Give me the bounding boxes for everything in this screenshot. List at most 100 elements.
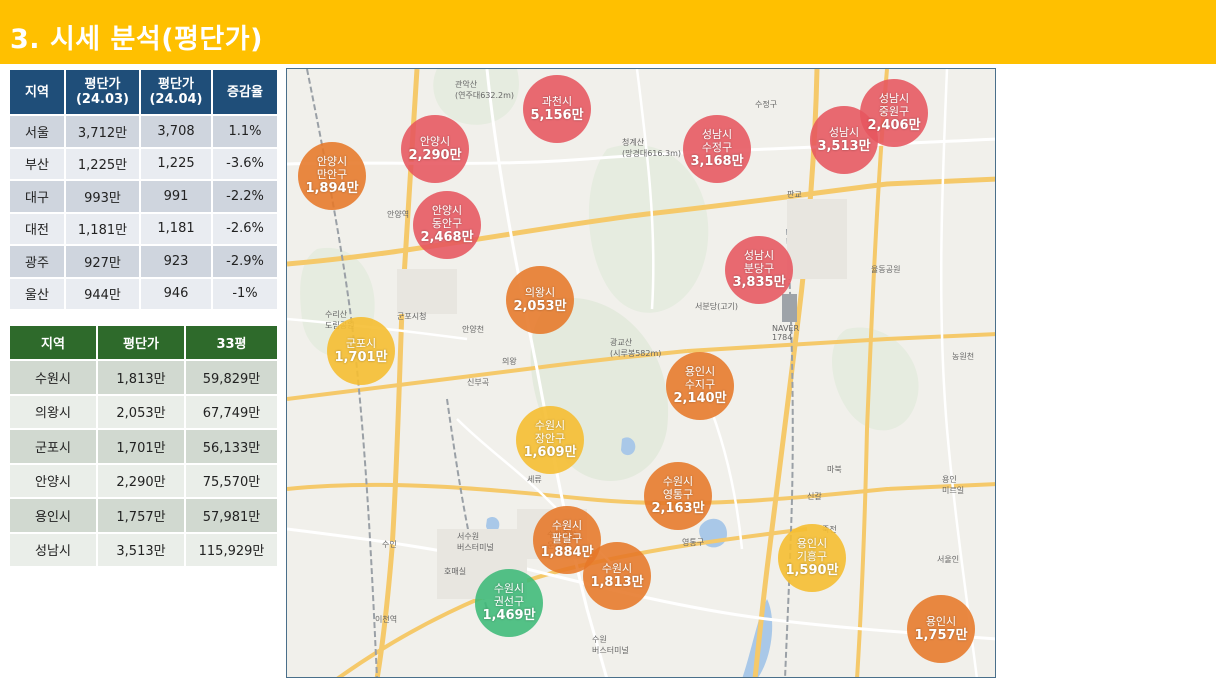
title-bar: 3. 시세 분석(평단가) xyxy=(0,0,1216,64)
map-bubble[interactable]: 성남시 중원구 2,406만 xyxy=(860,79,928,147)
table-header-row: 지역 평단가 33평 xyxy=(10,326,277,359)
table-row: 안양시 2,290만 75,570만 xyxy=(10,464,277,497)
cell-price: 1,757만 xyxy=(98,499,184,532)
map-place-label: 수인 xyxy=(382,540,397,549)
local-price-table: 지역 평단가 33평 수원시 1,813만 59,829만 의왕시 2,053만 67,… xyxy=(8,324,279,568)
bubble-price: 1,590만 xyxy=(785,563,839,578)
map-place-label: 신갈 xyxy=(807,492,822,501)
cell-price-2404: 1,225 xyxy=(141,148,211,179)
cell-price-2403: 1,181만 xyxy=(66,213,139,244)
map-bubble[interactable]: 안양시 2,290만 xyxy=(401,115,469,183)
column-header-price-2404: 평단가 (24.04) xyxy=(141,70,211,114)
map-bubble[interactable]: 용인시 기흥구 1,590만 xyxy=(778,524,846,592)
map-place-label: 율동공원 xyxy=(871,265,901,274)
map-place-label: 수원 버스터미널 xyxy=(592,635,629,655)
bubble-price: 2,163만 xyxy=(651,501,705,516)
map-bubble[interactable]: 과천시 5,156만 xyxy=(523,75,591,143)
bubble-region-name: 안양시 동안구 xyxy=(431,204,463,230)
cell-33pyeong: 115,929만 xyxy=(186,533,277,566)
bubble-price: 1,609만 xyxy=(523,445,577,460)
cell-price: 2,290만 xyxy=(98,464,184,497)
cell-price-2404: 946 xyxy=(141,278,211,309)
map-bubble[interactable]: 용인시 수지구 2,140만 xyxy=(666,352,734,420)
cell-price-2404: 1,181 xyxy=(141,213,211,244)
bubble-region-name: 과천시 xyxy=(541,94,573,108)
cell-price-2404: 991 xyxy=(141,181,211,212)
bubble-region-name: 수원시 영통구 xyxy=(662,475,694,501)
bubble-price: 5,156만 xyxy=(530,107,584,123)
bubble-price: 1,894만 xyxy=(305,181,359,196)
bubble-price: 1,813만 xyxy=(590,574,644,590)
map-place-label: 군포시청 xyxy=(397,312,427,321)
map-place-label: 세류 xyxy=(527,475,542,484)
cell-33pyeong: 75,570만 xyxy=(186,464,277,497)
map-bubble[interactable]: 용인시 1,757만 xyxy=(907,595,975,663)
bubble-region-name: 안양시 xyxy=(419,134,451,148)
bubble-price: 2,406만 xyxy=(867,118,921,133)
table-row: 서울 3,712만 3,708 1.1% xyxy=(10,116,277,147)
map-bubble[interactable]: 군포시 1,701만 xyxy=(327,317,395,385)
cell-price-2403: 993만 xyxy=(66,181,139,212)
table-row: 부산 1,225만 1,225 -3.6% xyxy=(10,148,277,179)
map-bubble[interactable]: 안양시 동안구 2,468만 xyxy=(413,191,481,259)
table-row: 군포시 1,701만 56,133만 xyxy=(10,430,277,463)
map-place-label: NAVER 1784 xyxy=(772,324,800,342)
cell-price-2404: 923 xyxy=(141,246,211,277)
cell-33pyeong: 56,133만 xyxy=(186,430,277,463)
cell-change-rate: -1% xyxy=(213,278,277,309)
column-header-price-2403: 평단가 (24.03) xyxy=(66,70,139,114)
cell-region: 울산 xyxy=(10,278,64,309)
map-bubble[interactable]: 수원시 영통구 2,163만 xyxy=(644,462,712,530)
map-place-label: 판교 xyxy=(787,190,802,199)
map-place-label: 청계산 (망경대616.3m) xyxy=(622,138,682,158)
bubble-region-name: 용인시 기흥구 xyxy=(796,537,828,563)
cell-price-2403: 944만 xyxy=(66,278,139,309)
cell-region: 수원시 xyxy=(10,361,96,394)
cell-price-2404: 3,708 xyxy=(141,116,211,147)
price-map[interactable]: 관악산 (연주대632.2m) 청계산 (망경대616.3m) 광교산 (시루봉58… xyxy=(286,68,996,678)
cell-region: 광주 xyxy=(10,246,64,277)
map-place-label: 이천역 xyxy=(375,615,398,624)
bubble-price: 3,513만 xyxy=(817,138,871,154)
cell-region: 대구 xyxy=(10,181,64,212)
map-bubble[interactable]: 의왕시 2,053만 xyxy=(506,266,574,334)
cell-region: 성남시 xyxy=(10,533,96,566)
page-title: 3. 시세 분석(평단가) xyxy=(10,24,263,55)
bubble-region-name: 군포시 xyxy=(345,336,377,350)
bubble-region-name: 수원시 팔달구 xyxy=(551,519,583,545)
cell-33pyeong: 67,749만 xyxy=(186,395,277,428)
cell-region: 용인시 xyxy=(10,499,96,532)
map-place-label: 영통구 xyxy=(682,538,705,547)
map-bubble[interactable]: 성남시 분당구 3,835만 xyxy=(725,236,793,304)
bubble-price: 2,053만 xyxy=(513,298,567,314)
cell-region: 군포시 xyxy=(10,430,96,463)
cell-price: 3,513만 xyxy=(98,533,184,566)
cell-region: 서울 xyxy=(10,116,64,147)
table-row: 대전 1,181만 1,181 -2.6% xyxy=(10,213,277,244)
bubble-price: 1,757만 xyxy=(914,627,968,643)
map-bubble[interactable]: 안양시 만안구 1,894만 xyxy=(298,142,366,210)
map-place-label: 용인 미르일 xyxy=(942,475,965,495)
cell-33pyeong: 57,981만 xyxy=(186,499,277,532)
cell-region: 대전 xyxy=(10,213,64,244)
map-bubble[interactable]: 수원시 권선구 1,469만 xyxy=(475,569,543,637)
map-place-label: 의왕 xyxy=(502,357,517,366)
bubble-region-name: 성남시 분당구 xyxy=(743,249,775,275)
cell-change-rate: -2.6% xyxy=(213,213,277,244)
cell-33pyeong: 59,829만 xyxy=(186,361,277,394)
cell-price-2403: 1,225만 xyxy=(66,148,139,179)
map-bubble[interactable]: 수원시 장안구 1,609만 xyxy=(516,406,584,474)
bubble-price: 1,884만 xyxy=(540,545,594,560)
column-header-region: 지역 xyxy=(10,326,96,359)
cell-price: 1,701만 xyxy=(98,430,184,463)
bubble-region-name: 용인시 수지구 xyxy=(684,365,716,391)
bubble-region-name: 용인시 xyxy=(925,614,957,628)
map-bubble[interactable]: 성남시 수정구 3,168만 xyxy=(683,115,751,183)
bubble-region-name: 성남시 수정구 xyxy=(701,128,733,154)
cell-price-2403: 3,712만 xyxy=(66,116,139,147)
map-place-label: 마북 xyxy=(827,465,842,474)
map-place-label: 서수원 버스터미널 xyxy=(457,532,494,552)
cell-price-2403: 927만 xyxy=(66,246,139,277)
cell-region: 부산 xyxy=(10,148,64,179)
map-bubble[interactable]: 수원시 1,813만 xyxy=(583,542,651,610)
